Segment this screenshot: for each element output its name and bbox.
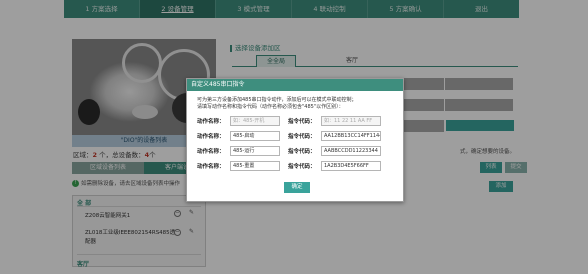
action-name-input[interactable]: 如：485-开机: [230, 116, 280, 126]
command-row: 动作名称： 485-重置 指令代码： 1A2B3D4E5F66FF: [197, 161, 402, 171]
command-code-label: 指令代码：: [288, 119, 316, 125]
action-name-label: 动作名称：: [197, 134, 225, 140]
action-name-label: 动作名称：: [197, 149, 225, 155]
action-name-label: 动作名称：: [197, 119, 225, 125]
action-name-input[interactable]: 485-重置: [230, 161, 280, 171]
dialog-description: 可为第三方设备添加485串口指令动作，添加后可以在模式中联动控制； 请填写动作名…: [197, 97, 357, 110]
command-code-input[interactable]: AABBCCDD11223344: [321, 146, 381, 156]
command-row: 动作名称： 485-启动 指令代码： AA12BB13CC14FF11443: [197, 131, 402, 141]
command-code-label: 指令代码：: [288, 164, 316, 170]
custom-485-dialog: 自定义485串口指令 可为第三方设备添加485串口指令动作，添加后可以在模式中联…: [186, 78, 404, 202]
action-name-input[interactable]: 485-运行: [230, 146, 280, 156]
dialog-title: 自定义485串口指令: [187, 79, 403, 91]
page-root: 1 方案选择 2 设备管理 3 模式管理 4 联动控制 5 方案确认 退出 "D…: [0, 0, 588, 274]
command-row: 动作名称： 如：485-开机 指令代码： 如：11 22 11 AA FF: [197, 116, 402, 126]
command-row: 动作名称： 485-运行 指令代码： AABBCCDD11223344: [197, 146, 402, 156]
confirm-button[interactable]: 确定: [284, 182, 310, 193]
command-code-label: 指令代码：: [288, 149, 316, 155]
action-name-label: 动作名称：: [197, 164, 225, 170]
command-code-input[interactable]: 如：11 22 11 AA FF: [321, 116, 381, 126]
command-code-label: 指令代码：: [288, 134, 316, 140]
action-name-input[interactable]: 485-启动: [230, 131, 280, 141]
command-code-input[interactable]: 1A2B3D4E5F66FF: [321, 161, 381, 171]
command-code-input[interactable]: AA12BB13CC14FF11443: [321, 131, 381, 141]
